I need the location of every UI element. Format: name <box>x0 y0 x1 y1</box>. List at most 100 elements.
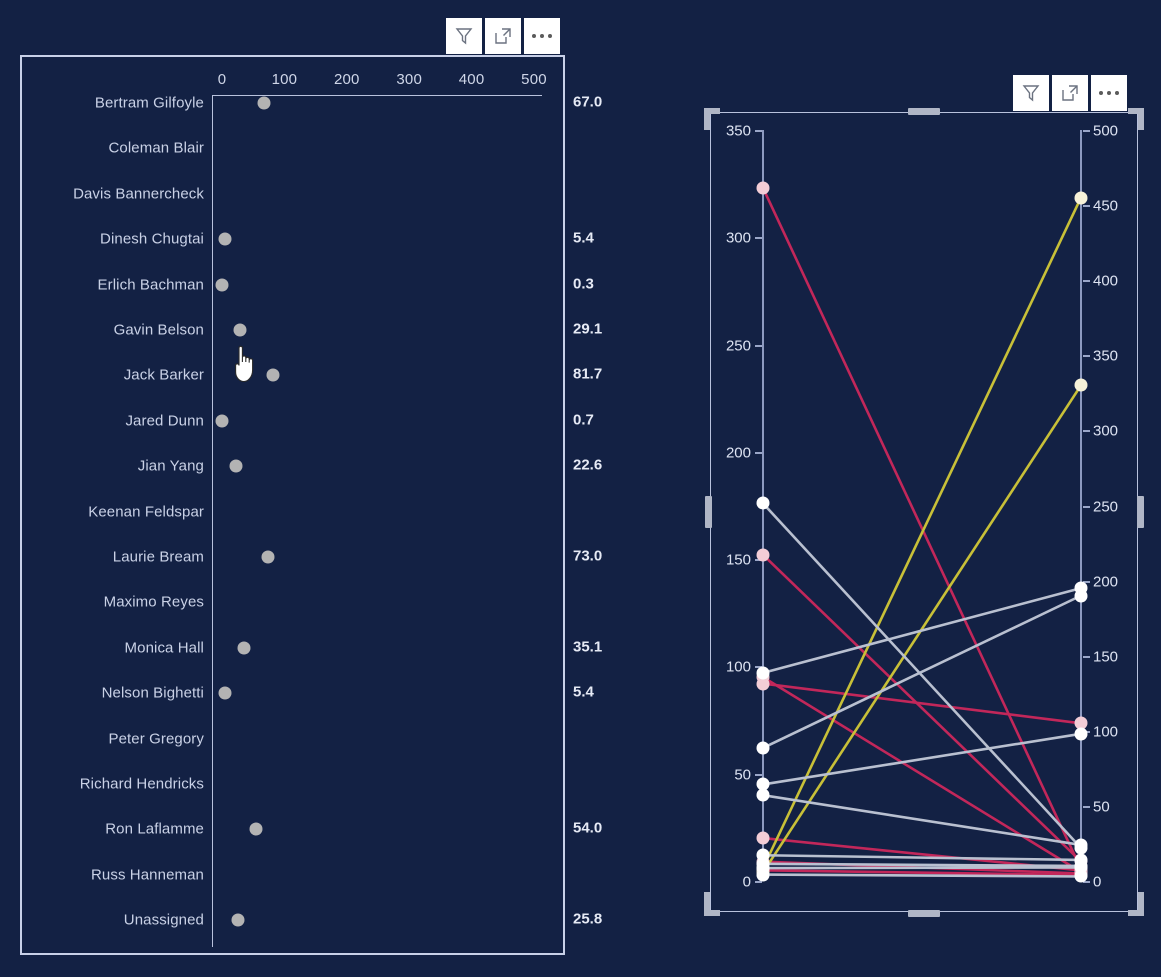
data-point[interactable] <box>249 822 263 836</box>
category-label[interactable]: Keenan Feldspar <box>88 503 204 520</box>
data-point[interactable] <box>257 96 271 110</box>
data-point[interactable] <box>233 323 247 337</box>
more-options-button[interactable] <box>524 18 560 54</box>
parallel-node-right[interactable] <box>1074 589 1088 603</box>
category-label[interactable]: Jack Barker <box>124 367 204 384</box>
left-axis-tick <box>755 130 762 132</box>
right-axis-tick-label: 250 <box>1093 498 1119 515</box>
right-axis-tick-label: 300 <box>1093 422 1119 440</box>
resize-handle-top-left-v[interactable] <box>704 108 710 130</box>
left-axis-tick <box>755 881 762 883</box>
data-point[interactable] <box>215 278 229 292</box>
parallel-node-right[interactable] <box>1074 191 1088 205</box>
left-chart-panel[interactable]: 0 100 200 300 400 500 Bertram Gilfoyle Coleman … <box>20 55 565 955</box>
category-label[interactable]: Russ Hanneman <box>91 866 204 883</box>
filter-button-right[interactable] <box>1013 75 1049 111</box>
data-point[interactable] <box>218 686 232 700</box>
parallel-node-left[interactable] <box>756 788 770 802</box>
resize-handle-bottom-right-v[interactable] <box>1138 892 1144 916</box>
resize-handle-top-right-v[interactable] <box>1138 108 1144 130</box>
parallel-node-left[interactable] <box>756 831 770 845</box>
category-label[interactable]: Jian Yang <box>138 458 204 475</box>
focus-expand-icon <box>1060 83 1080 103</box>
data-point[interactable] <box>215 414 229 428</box>
parallel-node-right[interactable] <box>1074 838 1088 852</box>
dot-plot-area: 0 100 200 300 400 500 Bertram Gilfoyle Coleman … <box>22 57 563 953</box>
parallel-node-left[interactable] <box>756 496 770 510</box>
data-point-value-label: 54.0 <box>573 819 603 837</box>
data-point[interactable] <box>218 232 232 246</box>
parallel-node-left[interactable] <box>756 666 770 680</box>
right-axis-tick <box>1083 805 1090 808</box>
data-point-value-label: 67.0 <box>573 93 603 111</box>
resize-handle-top-center[interactable] <box>908 108 940 115</box>
data-point[interactable] <box>229 459 243 473</box>
more-ellipsis-icon <box>532 34 552 38</box>
right-axis-tick-label: 0 <box>1093 873 1102 891</box>
category-label[interactable]: Coleman Blair <box>108 140 204 157</box>
right-axis-tick-label: 450 <box>1093 197 1119 215</box>
left-axis-tick-label: 100 <box>725 658 751 676</box>
x-axis-tick-label: 500 <box>521 71 547 88</box>
category-label[interactable]: Erlich Bachman <box>98 276 204 293</box>
data-point[interactable] <box>266 368 280 382</box>
data-point[interactable] <box>261 550 275 564</box>
left-axis-tick-label: 350 <box>725 122 751 140</box>
category-label[interactable]: Nelson Bighetti <box>102 685 204 702</box>
left-chart-toolbar <box>446 18 560 54</box>
parallel-node-left[interactable] <box>756 548 770 562</box>
y-axis-line <box>212 95 213 947</box>
left-axis-tick-label: 0 <box>742 873 751 891</box>
focus-mode-button-right[interactable] <box>1052 75 1088 111</box>
category-label[interactable]: Dinesh Chugtai <box>100 231 204 248</box>
resize-handle-bottom-center[interactable] <box>908 910 940 917</box>
left-axis-tick <box>755 451 762 454</box>
right-axis-tick <box>1083 130 1090 132</box>
category-label[interactable]: Bertram Gilfoyle <box>95 95 204 112</box>
data-point-value-label: 29.1 <box>573 320 603 338</box>
category-label[interactable]: Ron Laflamme <box>105 821 204 838</box>
filter-funnel-icon <box>1021 83 1041 103</box>
category-label[interactable]: Peter Gregory <box>108 730 204 747</box>
data-point-value-label: 5.4 <box>573 229 594 247</box>
resize-handle-left-middle[interactable] <box>705 496 712 528</box>
category-label[interactable]: Davis Bannercheck <box>73 185 204 202</box>
data-point-value-label: 0.7 <box>573 411 594 429</box>
right-axis-tick <box>1083 505 1090 508</box>
parallel-coordinates-overlay: 0 50 100 150 200 250 300 350 0 50 100 150 200 250 300 3… <box>711 113 1137 911</box>
data-point-value-label: 35.1 <box>573 638 603 656</box>
focus-expand-icon <box>493 26 513 46</box>
focus-mode-button[interactable] <box>485 18 521 54</box>
more-options-button-right[interactable] <box>1091 75 1127 111</box>
category-label[interactable]: Unassigned <box>124 912 204 929</box>
parallel-node-left[interactable] <box>756 181 770 195</box>
right-axis-tick <box>1083 355 1090 358</box>
right-axis-tick-label: 400 <box>1093 272 1119 290</box>
left-axis-tick <box>755 344 762 347</box>
data-point-value-label: 81.7 <box>573 365 603 383</box>
parallel-node-left[interactable] <box>756 741 770 755</box>
data-point[interactable] <box>237 641 251 655</box>
x-axis-tick-label: 200 <box>333 71 360 88</box>
data-point-value-label: 0.3 <box>573 275 594 293</box>
resize-handle-bottom-left-v[interactable] <box>704 892 710 916</box>
category-label[interactable]: Jared Dunn <box>125 412 204 429</box>
filter-button[interactable] <box>446 18 482 54</box>
parallel-node-right[interactable] <box>1074 727 1088 741</box>
category-label[interactable]: Monica Hall <box>125 639 204 656</box>
parallel-node-left[interactable] <box>756 868 770 882</box>
left-axis-tick-label: 50 <box>734 766 751 784</box>
category-label[interactable]: Laurie Bream <box>113 549 204 566</box>
parallel-node-right[interactable] <box>1074 869 1088 883</box>
category-label[interactable]: Richard Hendricks <box>80 776 204 793</box>
category-label[interactable]: Gavin Belson <box>114 322 204 339</box>
left-axis-tick <box>755 773 762 776</box>
category-label[interactable]: Maximo Reyes <box>104 594 204 611</box>
resize-handle-right-middle[interactable] <box>1137 496 1144 528</box>
left-axis-tick <box>755 237 762 240</box>
right-axis-tick <box>1083 430 1090 433</box>
data-point[interactable] <box>231 913 245 927</box>
app-root: 0 100 200 300 400 500 Bertram Gilfoyle Coleman … <box>0 0 1161 977</box>
right-chart-panel[interactable]: 0 50 100 150 200 250 300 350 0 50 100 150 200 250 300 3… <box>710 112 1138 912</box>
parallel-node-right[interactable] <box>1074 378 1088 392</box>
